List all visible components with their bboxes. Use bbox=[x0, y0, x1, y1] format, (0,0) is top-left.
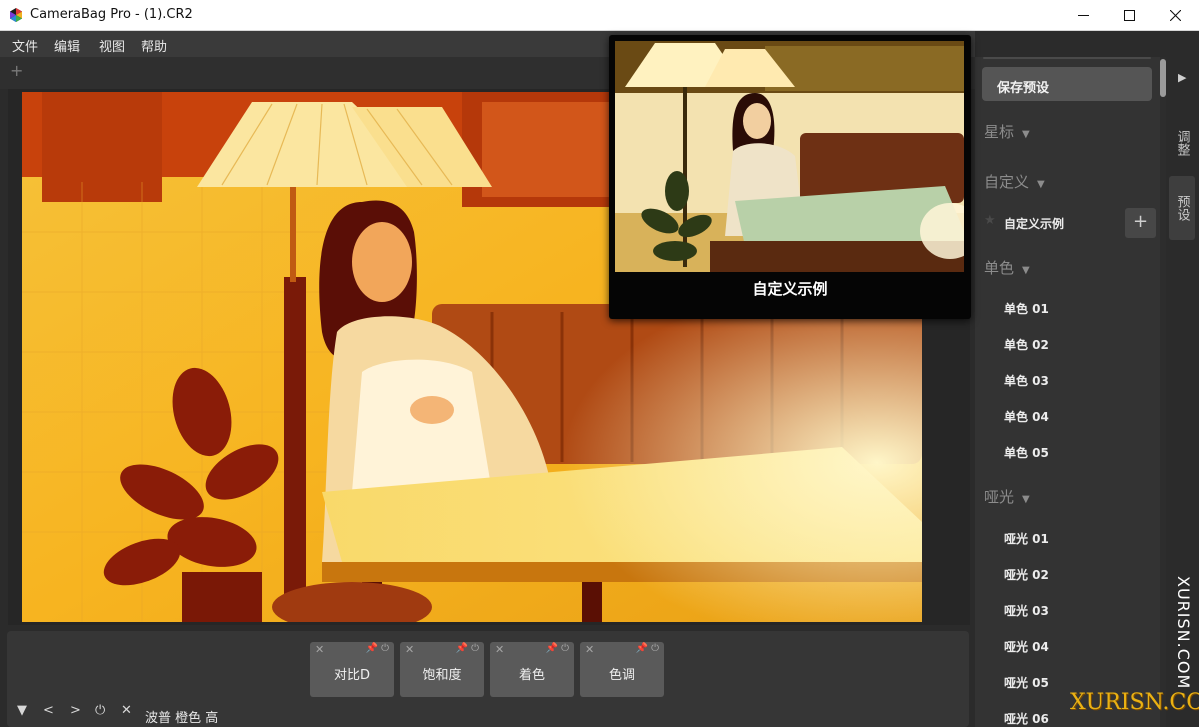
preset-matte-06[interactable]: 哑光 06 bbox=[1004, 710, 1049, 727]
preview-render bbox=[615, 41, 964, 272]
chevron-down-icon: ▼ bbox=[1037, 179, 1045, 190]
tab-label: 调整 bbox=[1174, 130, 1190, 156]
close-icon[interactable]: ✕ bbox=[495, 643, 504, 656]
title-bar: CameraBag Pro - (1).CR2 bbox=[0, 0, 1199, 31]
pin-icon[interactable]: 📌 bbox=[636, 643, 648, 654]
preset-preview-label: 自定义示例 bbox=[752, 280, 828, 298]
preset-custom-example[interactable]: 自定义示例 bbox=[1004, 215, 1064, 232]
close-icon[interactable]: ✕ bbox=[315, 643, 324, 656]
preset-mono-04[interactable]: 单色 04 bbox=[1004, 408, 1049, 425]
plus-icon[interactable]: + bbox=[10, 61, 23, 80]
power-icon[interactable]: ⏻ bbox=[95, 703, 105, 718]
preset-mono-05[interactable]: 单色 05 bbox=[1004, 444, 1049, 461]
tab-presets[interactable]: 预设 bbox=[1169, 176, 1195, 240]
preset-mono-01[interactable]: 单色 01 bbox=[1004, 300, 1049, 317]
adjustment-card-saturation[interactable]: ✕ 📌 ⏻ 饱和度 bbox=[400, 642, 484, 697]
power-icon[interactable]: ⏻ bbox=[381, 643, 389, 654]
adjustment-label: 着色 bbox=[518, 668, 545, 683]
power-icon[interactable]: ⏻ bbox=[561, 643, 569, 654]
section-title: 星标 bbox=[984, 123, 1015, 141]
preset-preview-popup: 自定义示例 bbox=[609, 35, 971, 319]
minimize-button[interactable] bbox=[1060, 0, 1106, 31]
active-preset-status: 波普 橙色 高 bbox=[145, 711, 219, 726]
close-icon[interactable]: ✕ bbox=[405, 643, 414, 656]
chevron-down-icon: ▼ bbox=[1022, 494, 1030, 505]
section-custom[interactable]: 自定义 ▼ bbox=[984, 171, 1045, 192]
menu-edit[interactable]: 编辑 bbox=[54, 36, 80, 55]
previous-icon[interactable]: < bbox=[43, 703, 54, 718]
section-title: 哑光 bbox=[984, 488, 1015, 506]
menu-view[interactable]: 视图 bbox=[99, 36, 125, 55]
chevron-down-icon: ▼ bbox=[1022, 129, 1030, 140]
pin-icon[interactable]: 📌 bbox=[546, 643, 558, 654]
window-title: CameraBag Pro - (1).CR2 bbox=[30, 7, 193, 22]
divider bbox=[983, 57, 1151, 59]
next-icon[interactable]: > bbox=[70, 703, 81, 718]
adjustment-label: 对比D bbox=[333, 668, 370, 683]
maximize-icon bbox=[1123, 10, 1135, 21]
tab-adjust[interactable]: 调整 bbox=[1169, 111, 1195, 175]
adjustment-label: 色调 bbox=[608, 668, 635, 683]
menu-help[interactable]: 帮助 bbox=[141, 36, 167, 55]
preset-matte-05[interactable]: 哑光 05 bbox=[1004, 674, 1049, 691]
presets-sidebar: 保存预设 星标 ▼ 自定义 ▼ ★ 自定义示例 + 单色 ▼ 单色 01 单色 02 … bbox=[975, 57, 1160, 727]
close-icon bbox=[1169, 10, 1181, 21]
section-title: 自定义 bbox=[984, 173, 1030, 191]
adjustment-card-tone[interactable]: ✕ 📌 ⏻ 色调 bbox=[580, 642, 664, 697]
section-starred[interactable]: 星标 ▼ bbox=[984, 121, 1030, 142]
adjustment-card-tint[interactable]: ✕ 📌 ⏻ 着色 bbox=[490, 642, 574, 697]
power-icon[interactable]: ⏻ bbox=[471, 643, 479, 654]
preset-matte-03[interactable]: 哑光 03 bbox=[1004, 602, 1049, 619]
tab-label: 预设 bbox=[1174, 195, 1190, 221]
preset-matte-02[interactable]: 哑光 02 bbox=[1004, 566, 1049, 583]
pin-icon[interactable]: 📌 bbox=[366, 643, 378, 654]
pin-icon[interactable]: 📌 bbox=[456, 643, 468, 654]
close-window-button[interactable] bbox=[1152, 0, 1198, 31]
section-matte[interactable]: 哑光 ▼ bbox=[984, 486, 1030, 507]
section-title: 单色 bbox=[984, 259, 1015, 277]
preset-preview-image bbox=[615, 41, 964, 272]
collapse-icon[interactable]: ▼ bbox=[17, 703, 27, 718]
adjustment-label: 饱和度 bbox=[422, 668, 462, 683]
save-preset-button[interactable]: 保存预设 bbox=[982, 67, 1152, 101]
close-icon[interactable]: ✕ bbox=[585, 643, 594, 656]
section-mono[interactable]: 单色 ▼ bbox=[984, 257, 1030, 278]
chevron-down-icon: ▼ bbox=[1022, 265, 1030, 276]
preset-matte-01[interactable]: 哑光 01 bbox=[1004, 530, 1049, 547]
play-right-icon[interactable]: ▶ bbox=[1178, 71, 1186, 84]
watermark-horizontal: XURISN.COM bbox=[1070, 690, 1199, 715]
preset-mono-03[interactable]: 单色 03 bbox=[1004, 372, 1049, 389]
menu-file[interactable]: 文件 bbox=[12, 36, 38, 55]
close-icon[interactable]: ✕ bbox=[121, 703, 132, 718]
camerabag-app-icon bbox=[10, 8, 22, 22]
maximize-button[interactable] bbox=[1106, 0, 1152, 31]
preset-mono-02[interactable]: 单色 02 bbox=[1004, 336, 1049, 353]
star-icon[interactable]: ★ bbox=[984, 213, 996, 228]
minimize-icon bbox=[1077, 15, 1089, 16]
preset-matte-04[interactable]: 哑光 04 bbox=[1004, 638, 1049, 655]
add-preset-button[interactable]: + bbox=[1125, 208, 1156, 238]
adjustment-card-contrast[interactable]: ✕ 📌 ⏻ 对比D bbox=[310, 642, 394, 697]
watermark-vertical: XURISN.COM bbox=[1174, 576, 1193, 690]
power-icon[interactable]: ⏻ bbox=[651, 643, 659, 654]
